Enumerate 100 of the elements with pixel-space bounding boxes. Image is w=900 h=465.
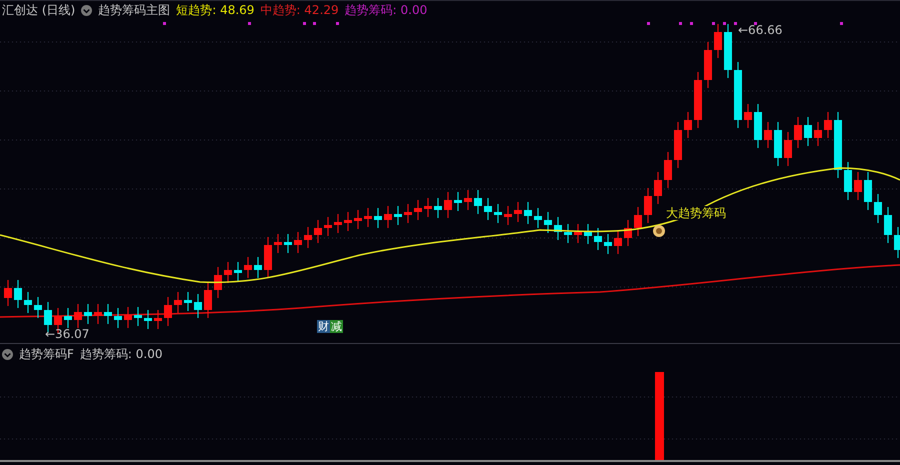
candlestick [24, 292, 32, 314]
chevron-circle-icon[interactable] [81, 5, 92, 16]
candlestick [214, 266, 222, 298]
indicator-value: 趋势筹码: 0.00 [80, 346, 162, 362]
candlestick [224, 262, 232, 284]
candlestick [164, 296, 172, 326]
event-tag: 财 [317, 320, 330, 333]
candlestick [354, 210, 362, 230]
candlestick [254, 256, 262, 278]
candlestick [534, 208, 542, 228]
candlestick [304, 226, 312, 248]
candlestick [144, 310, 152, 330]
candlestick [674, 122, 682, 168]
candlestick [494, 204, 502, 224]
candlestick [594, 228, 602, 250]
candlestick [14, 280, 22, 308]
candlestick [94, 304, 102, 324]
candlestick [174, 292, 182, 314]
candlestick [424, 198, 432, 218]
chevron-circle-icon[interactable] [2, 348, 13, 360]
indicator-name: 趋势筹码主图 [98, 2, 170, 19]
candlestick [404, 204, 412, 224]
candlestick [864, 172, 872, 210]
candlestick [384, 206, 392, 228]
signal-label: 大趋势筹码 [666, 206, 726, 220]
candlestick [314, 220, 322, 244]
candlestick [524, 202, 532, 224]
candlestick [194, 294, 202, 318]
candlestick [614, 230, 622, 254]
candlestick [504, 206, 512, 226]
candlestick [834, 112, 842, 178]
candlestick [754, 104, 762, 148]
candlestick [654, 172, 662, 204]
candlestick [784, 132, 792, 166]
candlestick [444, 192, 452, 218]
candlestick [764, 122, 772, 148]
candlestick [874, 194, 882, 224]
candlestick [274, 234, 282, 254]
indicator-value: 中趋势: 42.29 [260, 2, 339, 19]
candlestick [854, 172, 862, 200]
candlestick [844, 162, 852, 200]
candlestick [574, 224, 582, 244]
candlestick [624, 220, 632, 246]
candlestick [134, 306, 142, 326]
candlestick [4, 280, 12, 306]
candlestick [664, 152, 672, 188]
candlestick [544, 212, 552, 234]
low-price-label: ←36.07 [45, 327, 90, 341]
candlestick [564, 224, 572, 244]
candlestick [814, 122, 822, 146]
indicator-name: 趋势筹码F [19, 346, 74, 362]
candlestick [634, 206, 642, 236]
candlestick [684, 112, 692, 138]
candlestick [704, 42, 712, 88]
candlestick [374, 208, 382, 228]
stock-name: 汇创达 (日线) [2, 2, 76, 19]
candlestick [554, 216, 562, 240]
candlestick [294, 232, 302, 254]
money-bag-icon [653, 225, 665, 237]
candlestick [324, 216, 332, 236]
high-price-label: ←66.66 [738, 23, 782, 37]
candlestick [64, 308, 72, 328]
candlestick [884, 206, 892, 244]
candlestick [344, 212, 352, 232]
candlestick [824, 112, 832, 138]
indicator-value: 短趋势: 48.69 [176, 2, 254, 19]
candlestick [234, 262, 242, 282]
candlestick [414, 200, 422, 220]
candlestick [464, 190, 472, 210]
candlestick [734, 62, 742, 128]
candlestick [474, 190, 482, 214]
candlestick [774, 122, 782, 166]
candlestick [154, 310, 162, 330]
candlestick [84, 304, 92, 324]
candlestick [34, 296, 42, 318]
candlestick [584, 224, 592, 244]
candlestick [434, 198, 442, 218]
candlestick [804, 116, 812, 146]
candlestick [264, 236, 272, 278]
candlestick [724, 24, 732, 78]
candlestick [114, 308, 122, 328]
candlestick [244, 256, 252, 278]
candlestick [714, 24, 722, 58]
candlestick [364, 208, 372, 228]
candlestick [694, 72, 702, 128]
candlestick [204, 282, 212, 318]
candlestick [184, 292, 192, 312]
candlestick [744, 104, 752, 128]
candlestick [794, 116, 802, 148]
indicator-value: 趋势筹码: 0.00 [344, 2, 428, 19]
candlestick [484, 198, 492, 220]
candlestick [74, 304, 82, 328]
candlestick [454, 192, 462, 212]
candlestick [604, 234, 612, 254]
candlestick [284, 234, 292, 254]
candlestick [894, 226, 900, 258]
candlestick [334, 214, 342, 234]
event-tag: 减 [330, 320, 343, 333]
candlestick [644, 188, 652, 224]
candlestick [104, 304, 112, 324]
